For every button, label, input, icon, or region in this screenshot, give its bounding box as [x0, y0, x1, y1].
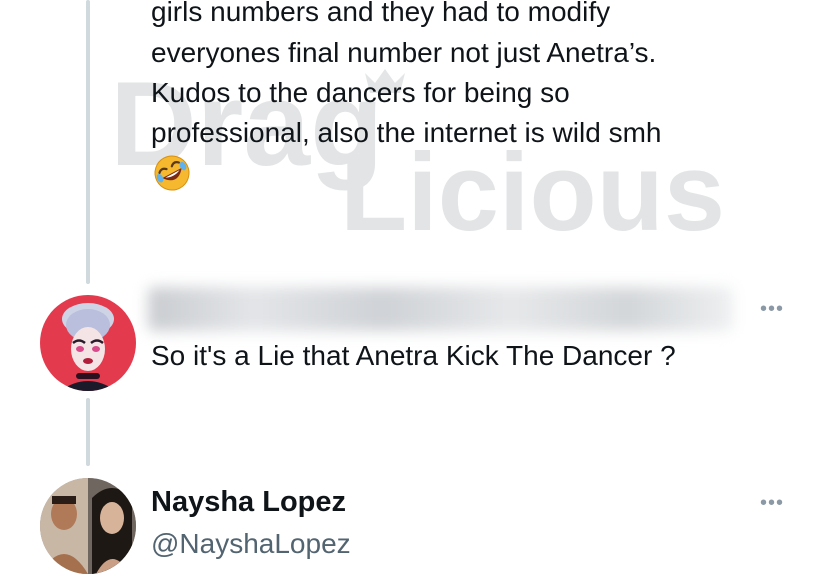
- reply-text: So it's a Lie that Anetra Kick The Dance…: [151, 340, 676, 371]
- more-options-icon[interactable]: •••: [760, 492, 784, 515]
- thread-connector-line: [86, 0, 90, 284]
- drag-queen-avatar-icon: [40, 295, 136, 391]
- thread-connector-line: [86, 398, 90, 466]
- profile-photo-icon: [40, 478, 136, 574]
- user-handle[interactable]: @NayshaLopez: [151, 528, 351, 560]
- avatar[interactable]: [40, 478, 136, 574]
- tweet-text-line: everyones final number not just Anetra’s…: [151, 37, 657, 68]
- tweet-text-line: girls numbers and they had to modify: [151, 0, 611, 27]
- tweet-text-line: Kudos to the dancers for being so: [151, 77, 570, 108]
- tweet-text-line: professional, also the internet is wild …: [151, 117, 662, 148]
- more-options-icon[interactable]: •••: [760, 298, 784, 321]
- blurred-user-name: [148, 287, 733, 331]
- rolling-on-floor-laughing-emoji-icon: [154, 155, 190, 191]
- display-name[interactable]: Naysha Lopez: [151, 486, 346, 519]
- avatar[interactable]: [40, 295, 136, 391]
